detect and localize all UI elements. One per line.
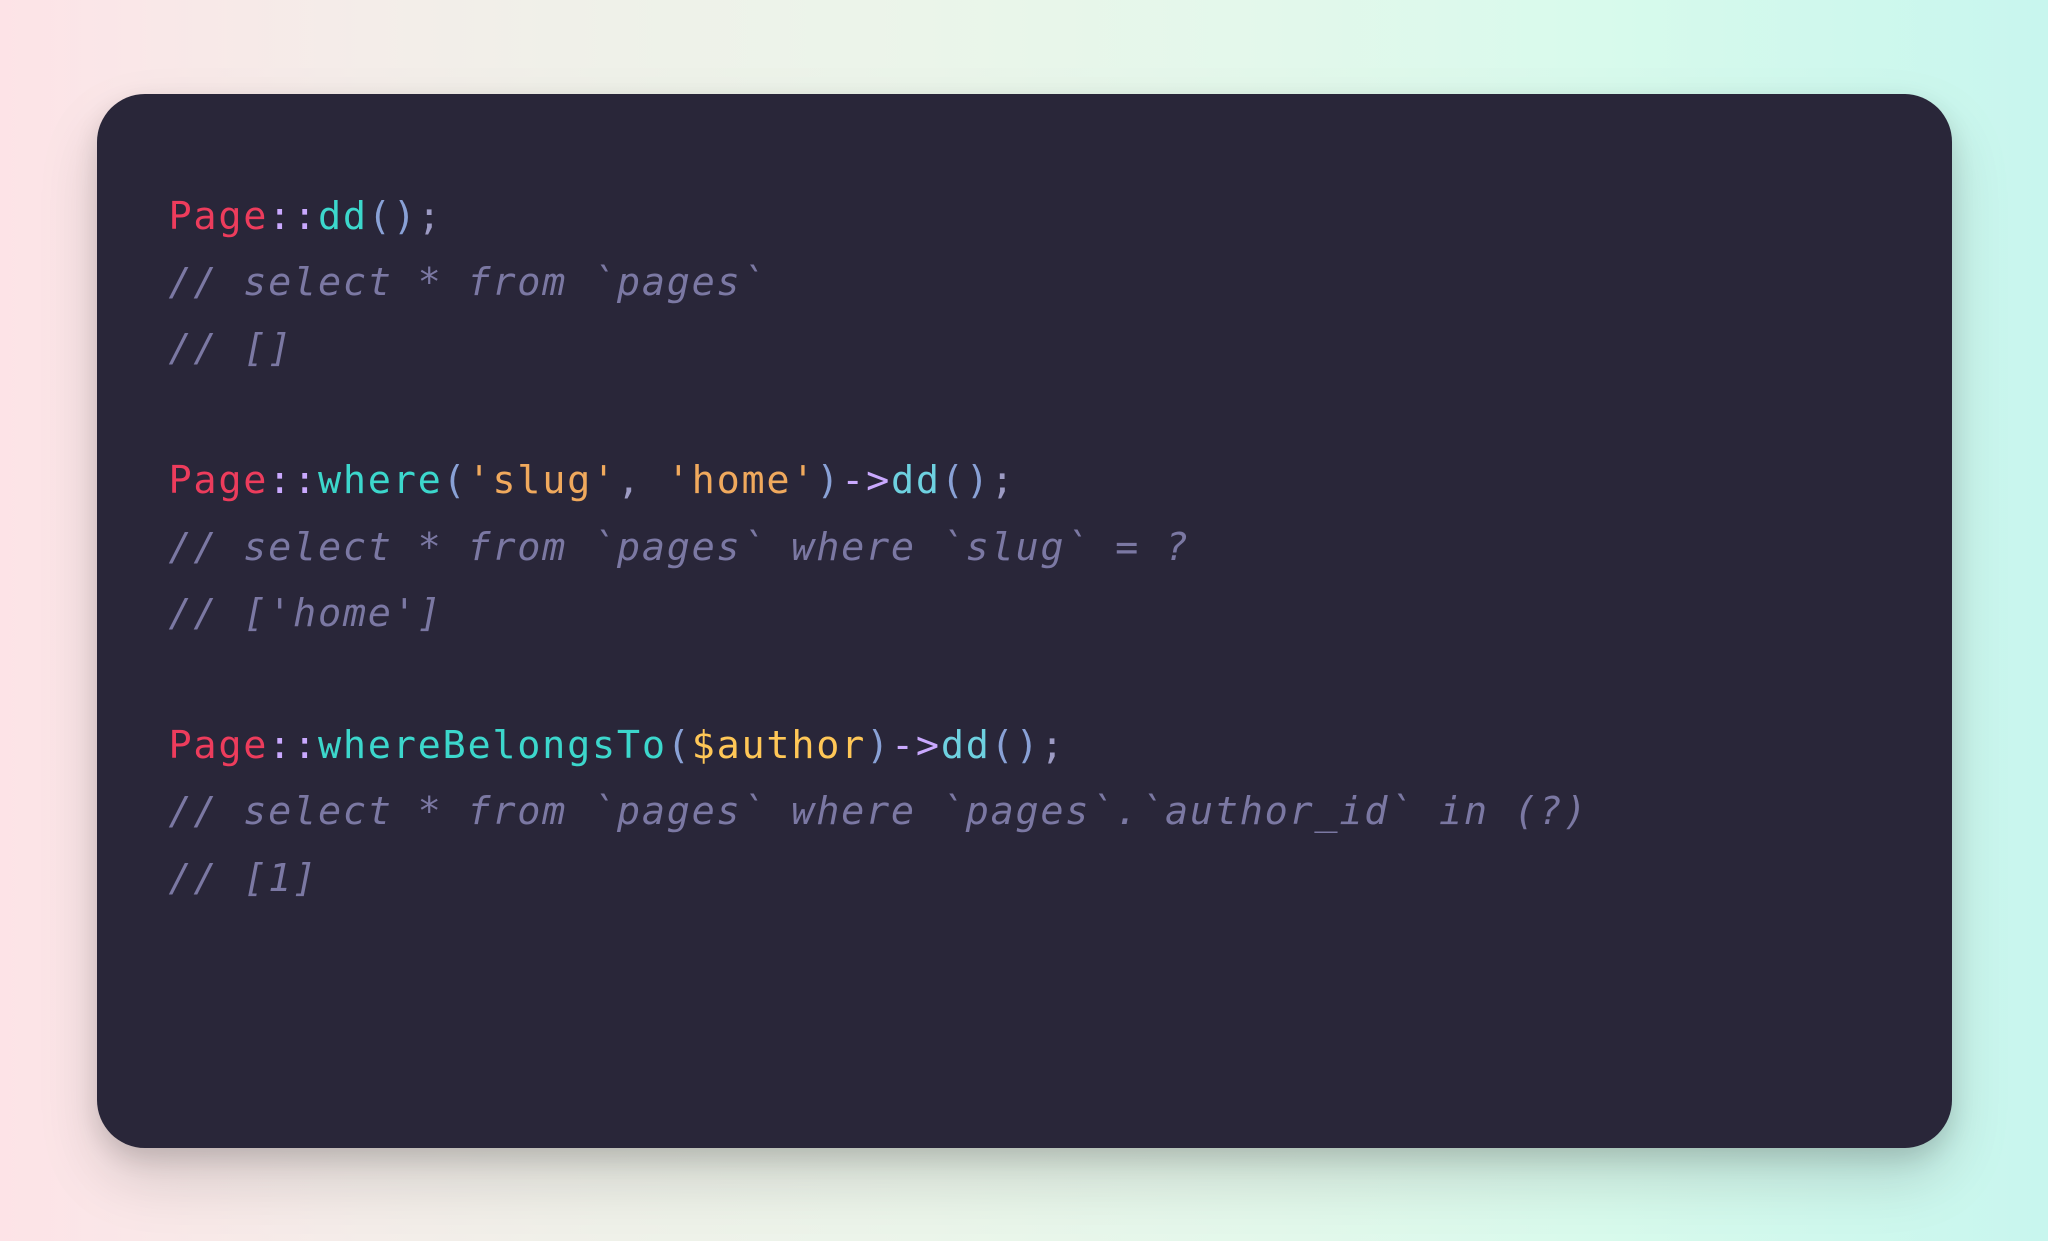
- code-line: Page::whereBelongsTo($author)->dd();: [169, 713, 1880, 779]
- comment-line: // select * from `pages` where `pages`.`…: [169, 779, 1880, 845]
- scope-operator: ::: [268, 458, 318, 503]
- semicolon: ;: [991, 458, 1016, 503]
- arg: 'slug': [467, 458, 616, 503]
- arg: 'home': [667, 458, 816, 503]
- paren: (): [368, 194, 418, 239]
- comment-line: // ['home']: [169, 581, 1880, 647]
- comment-line: // [1]: [169, 846, 1880, 912]
- scope-operator: ::: [268, 194, 318, 239]
- paren: (): [991, 723, 1041, 768]
- comment-line: // []: [169, 316, 1880, 382]
- class-name: Page: [169, 723, 269, 768]
- scope-operator: ::: [268, 723, 318, 768]
- comment-line: // select * from `pages`: [169, 250, 1880, 316]
- blank-line: [169, 382, 1880, 448]
- method-name: where: [318, 458, 443, 503]
- paren: (): [941, 458, 991, 503]
- comment-line: // select * from `pages` where `slug` = …: [169, 515, 1880, 581]
- paren: (: [667, 723, 692, 768]
- semicolon: ;: [1040, 723, 1065, 768]
- code-line: Page::dd();: [169, 184, 1880, 250]
- code-snippet-card: Page::dd();// select * from `pages`// []…: [97, 94, 1952, 1148]
- class-name: Page: [169, 458, 269, 503]
- method-name: whereBelongsTo: [318, 723, 667, 768]
- paren: ): [866, 723, 891, 768]
- method-name: dd: [318, 194, 368, 239]
- method-name: dd: [891, 458, 941, 503]
- semicolon: ;: [418, 194, 443, 239]
- blank-line: [169, 647, 1880, 713]
- method-name: dd: [941, 723, 991, 768]
- arg: $author: [692, 723, 866, 768]
- code-block: Page::dd();// select * from `pages`// []…: [169, 184, 1880, 912]
- class-name: Page: [169, 194, 269, 239]
- paren: ): [816, 458, 841, 503]
- arg: ,: [617, 458, 667, 503]
- code-line: Page::where('slug', 'home')->dd();: [169, 448, 1880, 514]
- arrow-operator: ->: [841, 458, 891, 503]
- arrow-operator: ->: [891, 723, 941, 768]
- paren: (: [443, 458, 468, 503]
